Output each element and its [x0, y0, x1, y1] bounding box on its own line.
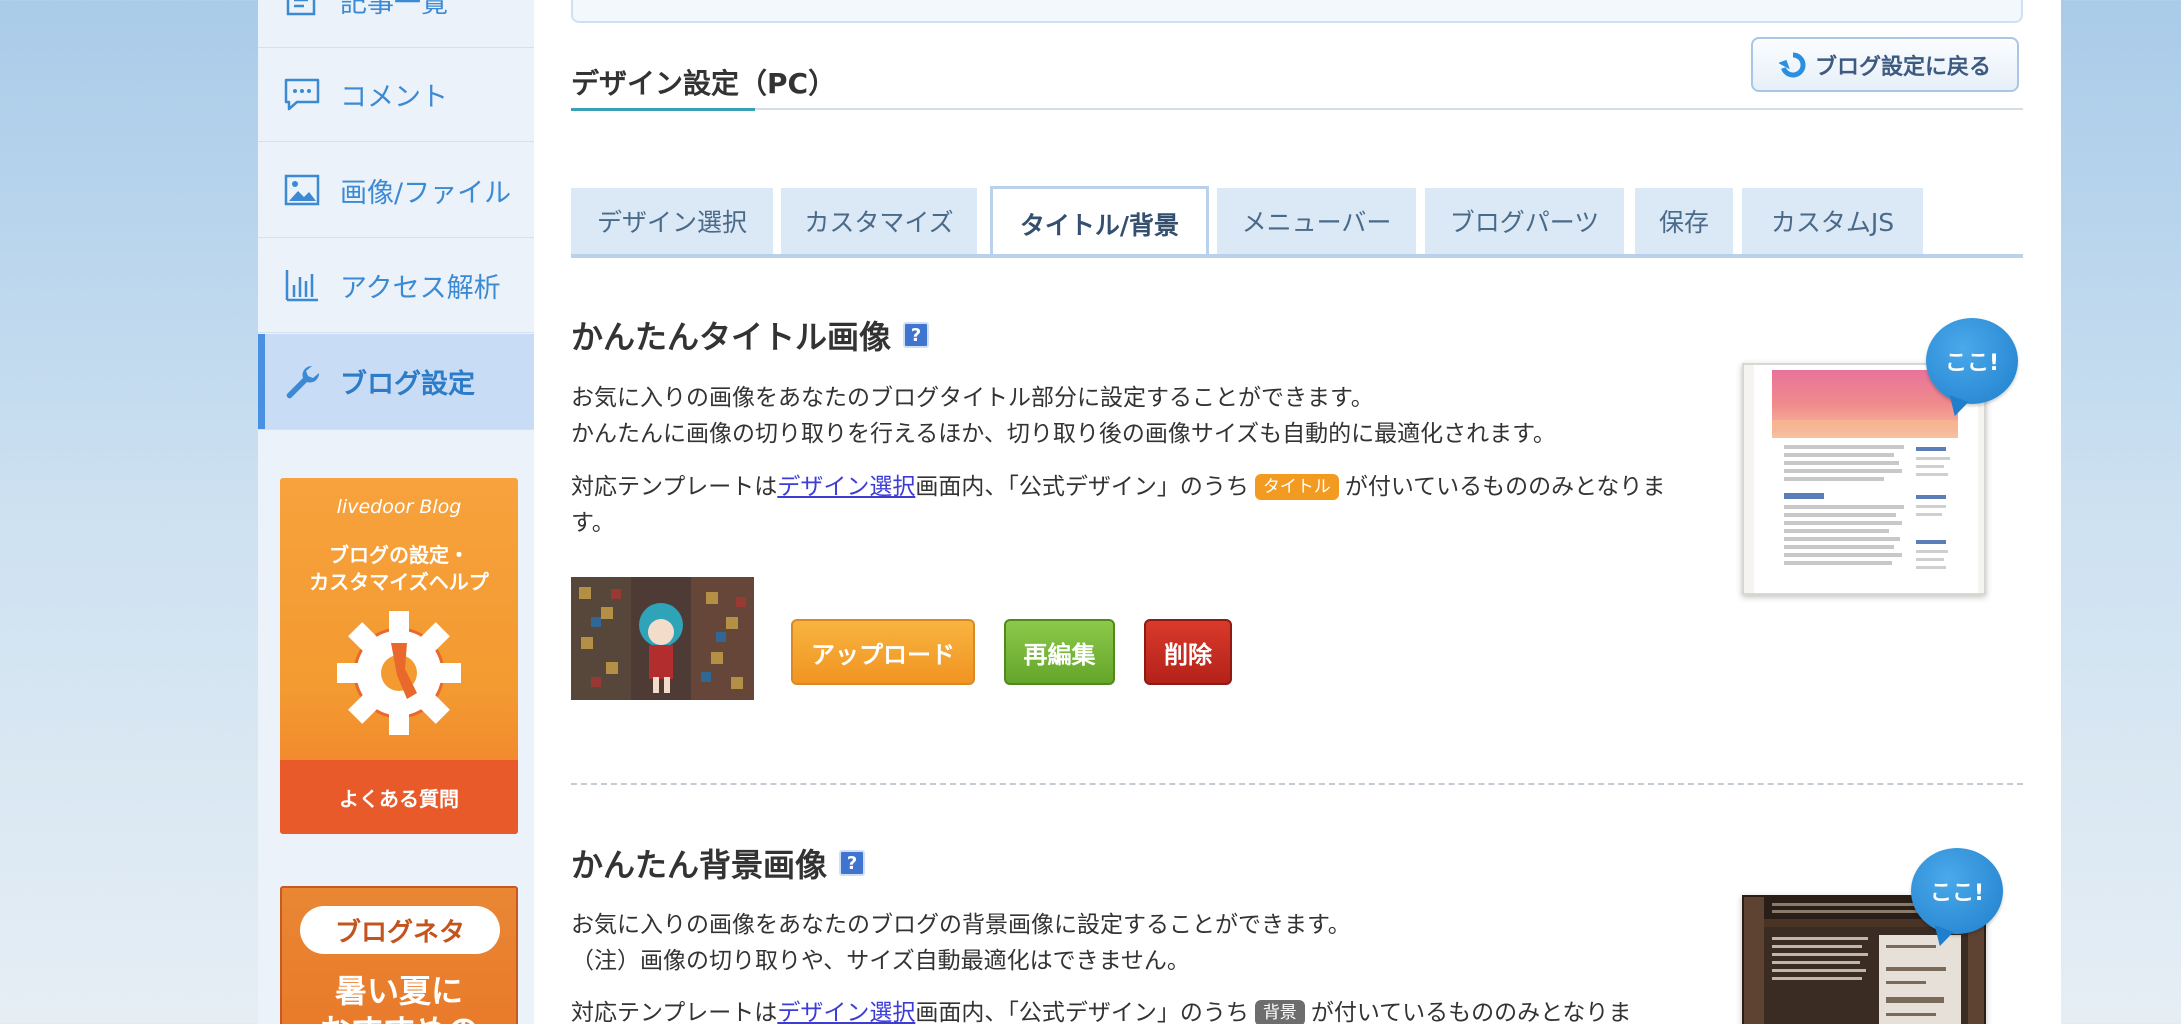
design-tabs: デザイン選択 カスタマイズ タイトル/背景 メニューバー ブログパーツ 保存 カ…	[571, 186, 2023, 258]
tab-blog-parts[interactable]: ブログパーツ	[1425, 188, 1624, 254]
back-arrow-icon	[1778, 51, 1806, 77]
back-button-label: ブログ設定に戻る	[1814, 54, 1991, 80]
sidebar-item-analytics[interactable]: アクセス解析	[258, 238, 534, 333]
background-image-template-note: 対応テンプレートはデザイン選択画面内、「公式デザイン」のうち 背景 が付いているもの…	[571, 995, 1721, 1024]
sidebar-item-label: アクセス解析	[340, 272, 501, 304]
title-image-desc1: お気に入りの画像をあなたのブログタイトル部分に設定することができます。	[571, 385, 1374, 411]
document-list-icon	[282, 0, 322, 20]
koko-badge: ここ!	[1911, 848, 2003, 934]
title-image-template-note: 対応テンプレートはデザイン選択画面内、「公式デザイン」のうち タイトル が付いている…	[571, 469, 1721, 541]
koko-badge: ここ!	[1926, 318, 2018, 404]
template-note-suffix2: す。	[571, 510, 615, 536]
tab-design-select[interactable]: デザイン選択	[571, 188, 773, 254]
background-image-heading: かんたん背景画像 ?	[571, 840, 866, 886]
background-image-desc2: （注）画像の切り取りや、サイズ自動最適化はできません。	[571, 948, 1190, 974]
design-select-link[interactable]: デザイン選択	[777, 474, 915, 500]
background-tag-badge: 背景	[1254, 1000, 1305, 1024]
tab-custom-js[interactable]: カスタムJS	[1742, 188, 1923, 254]
sidebar-item-label: 記事一覧	[340, 0, 448, 19]
help-banner-title: ブログの設定・ カスタマイズヘルプ	[280, 542, 518, 596]
blog-neta-line2: おすすめの	[282, 1006, 516, 1024]
help-banner-title-line2: カスタマイズヘルプ	[309, 570, 489, 594]
title-image-heading-text: かんたんタイトル画像	[571, 318, 892, 356]
faq-link[interactable]: よくある質問	[280, 760, 518, 834]
section-divider	[571, 783, 2023, 785]
gear-icon	[337, 611, 461, 735]
title-divider-accent	[571, 108, 755, 111]
back-to-blog-settings-button[interactable]: ブログ設定に戻る	[1751, 37, 2019, 92]
wrench-icon	[282, 362, 322, 402]
title-image-desc2: かんたんに画像の切り取りを行えるほか、切り取り後の画像サイズも自動的に最適化され…	[571, 421, 1556, 447]
help-banner-title-line1: ブログの設定・	[329, 543, 469, 567]
sidebar-item-blog-settings[interactable]: ブログ設定	[258, 334, 534, 430]
title-image-thumbnail	[571, 577, 754, 700]
livedoor-blog-logo: livedoor Blog	[336, 496, 462, 518]
template-note-suffix: が付いているもののみとなりま	[1310, 1000, 1632, 1024]
sidebar-item-label: 画像/ファイル	[340, 177, 512, 209]
design-select-link[interactable]: デザイン選択	[777, 1000, 915, 1024]
tab-menubar[interactable]: メニューバー	[1217, 188, 1416, 254]
template-note-mid: 画面内、「公式デザイン」のうち	[915, 1000, 1249, 1024]
sidebar-item-label: ブログ設定	[340, 369, 475, 400]
template-note-prefix: 対応テンプレートは	[571, 474, 778, 500]
template-note-suffix: が付いているもののみとなりま	[1344, 474, 1666, 500]
title-tag-badge: タイトル	[1254, 474, 1339, 500]
sidebar-item-comments[interactable]: コメント	[258, 47, 534, 142]
page-title: デザイン設定（PC）	[571, 67, 837, 100]
background-image-desc1: お気に入りの画像をあなたのブログの背景画像に設定することができます。	[571, 912, 1351, 938]
sidebar-item-label: コメント	[340, 81, 448, 113]
tab-customize[interactable]: カスタマイズ	[781, 188, 977, 254]
help-banner[interactable]: livedoor Blog ブログの設定・ カスタマイズヘルプ よくある質問	[280, 478, 518, 834]
background-image-heading-text: かんたん背景画像	[571, 846, 828, 884]
sidebar-item-articles[interactable]: 記事一覧	[258, 0, 534, 48]
delete-button[interactable]: 削除	[1144, 619, 1232, 685]
top-notice-box	[571, 0, 2023, 23]
help-icon[interactable]: ?	[903, 322, 930, 348]
image-icon	[282, 170, 322, 210]
template-note-mid: 画面内、「公式デザイン」のうち	[915, 474, 1249, 500]
reedit-button[interactable]: 再編集	[1004, 619, 1115, 685]
blog-neta-pill: ブログネタ	[300, 906, 500, 954]
blog-neta-banner[interactable]: ブログネタ 暑い夏に おすすめの	[280, 886, 518, 1024]
sidebar-item-images[interactable]: 画像/ファイル	[258, 143, 534, 238]
tab-title-background[interactable]: タイトル/背景	[990, 186, 1209, 258]
tabs-underline	[571, 254, 2023, 258]
template-note-prefix: 対応テンプレートは	[571, 1000, 778, 1024]
title-divider	[571, 108, 2023, 110]
comment-icon	[282, 74, 322, 114]
upload-button[interactable]: アップロード	[791, 619, 975, 685]
tab-save[interactable]: 保存	[1635, 188, 1733, 254]
title-image-heading: かんたんタイトル画像 ?	[571, 312, 930, 358]
bar-chart-icon	[282, 265, 322, 305]
help-icon[interactable]: ?	[839, 850, 866, 876]
